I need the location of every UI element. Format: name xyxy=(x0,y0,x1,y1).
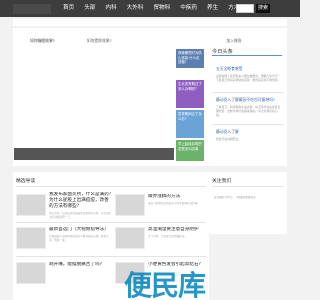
hot-item-text: 了解自己，科学健康才是关键，每天坚持运动并且合理饮食，这样身体才会越来越好，请大… xyxy=(216,105,281,117)
follow-text: 关注微信公众号，了解最新健康知识 xyxy=(214,196,256,199)
article-desc: 大视频指导法能够帮助很多人解决相关问题，效果不错，值得一试。 xyxy=(49,235,109,242)
article-title[interactable]: 最新首选门（大视频指导法） xyxy=(49,227,113,233)
divider xyxy=(212,92,284,93)
article-desc: 很多人都想知道到底怎么样才能做好这件事。 xyxy=(148,202,200,205)
follow-section-title: 关注我们 xyxy=(212,179,232,184)
article-title[interactable]: 眼界涨稿的方法 xyxy=(148,194,206,200)
hot-item-text: 饮食与运动相结合。 xyxy=(216,137,242,141)
article-desc: 在生活中，有很多朋友都遇到过类似的问题，今天就给大家详细说明一下。 xyxy=(49,212,112,219)
site-logo[interactable] xyxy=(13,4,51,14)
nav-item-internal[interactable]: 内科 xyxy=(100,0,121,17)
article-thumbnail[interactable] xyxy=(115,194,145,216)
article-desc: 天气炎热，大家要注意防暑降温。 xyxy=(148,235,187,238)
search-button[interactable]: 搜索 xyxy=(256,4,271,13)
nav-item-health[interactable]: 养生 xyxy=(202,0,223,17)
watermark-logo: 便民库 xyxy=(124,269,206,300)
nav-item-home[interactable]: 首页 xyxy=(58,0,79,17)
top-navigation: 首页 头部 内科 大外科 贸物科 中疾药 养生 方术 搜索 xyxy=(0,0,300,17)
divider xyxy=(16,256,206,257)
side-card[interactable]: 早上起床后嘴巴苦是怎么回事 xyxy=(176,140,204,161)
question-tabs: 如何瞄眠效果? 如何提胖效果? xyxy=(14,36,174,45)
divider xyxy=(16,222,206,223)
top-banner xyxy=(13,19,287,26)
image-slider[interactable] xyxy=(14,148,174,160)
tab-gain[interactable]: 如何提胖效果? xyxy=(71,36,128,45)
side-card[interactable]: 夜晚睡觉时为防止感染·什么应该做? xyxy=(176,49,204,68)
divider xyxy=(16,186,206,187)
nav-item-medicine[interactable]: 中疾药 xyxy=(175,0,202,17)
divider xyxy=(212,124,284,125)
hot-title-underline xyxy=(212,55,282,56)
hot-item-text: 近期在网上看到很多人都在做断食，想跟大家分享一下我自己的真实体验和感受，断食其实… xyxy=(216,74,281,82)
nav-item-head[interactable]: 头部 xyxy=(79,0,100,17)
article-thumbnail[interactable] xyxy=(115,227,145,249)
hot-section-title: 今日头条 xyxy=(212,49,233,55)
recommend-section-title: 精选导读 xyxy=(16,179,36,184)
tab-sleep[interactable]: 如何瞄眠效果? xyxy=(14,36,71,45)
side-card[interactable]: 发育期间过了怎么办? xyxy=(176,110,204,138)
article-thumbnail[interactable] xyxy=(16,227,46,249)
nav-menu: 首页 头部 内科 大外科 贸物科 中疾药 养生 方术 xyxy=(58,0,244,17)
article-title[interactable]: 高温潮湿要注意自身防护 xyxy=(148,227,206,233)
hot-item-title[interactable]: 五天全断食感受 xyxy=(216,66,243,72)
article-thumbnail[interactable] xyxy=(16,262,46,284)
article-title[interactable]: 剃开嘴，能摆脱痛苦了吗? xyxy=(49,262,113,268)
article-thumbnail[interactable] xyxy=(16,194,46,216)
hot-item-title[interactable]: 静动员入了解 xyxy=(216,129,239,135)
side-card[interactable]: 生长发育期过了怎么办啊呢? xyxy=(176,80,204,108)
search-input[interactable] xyxy=(236,4,254,13)
nav-item-surgery[interactable]: 大外科 xyxy=(122,0,149,17)
article-title[interactable]: 我发布家面炎所，什么是满药?为什么屁股上出满痘痘，改善的方法有哪些? xyxy=(49,192,113,212)
hot-item-title[interactable]: 静动员入了解藏因不吃也可瘦想吗? xyxy=(216,97,275,103)
nav-item-trade[interactable]: 贸物科 xyxy=(148,0,175,17)
join-answer-link[interactable]: 加入微答 xyxy=(204,36,264,45)
divider xyxy=(212,186,284,187)
